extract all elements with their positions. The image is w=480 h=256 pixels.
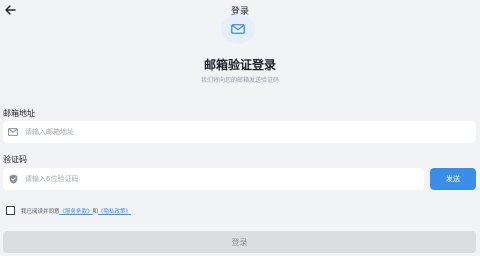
hero-title: 邮箱验证登录 bbox=[203, 58, 276, 72]
code-label: 验证码 bbox=[3, 155, 27, 164]
email-input[interactable] bbox=[25, 122, 476, 142]
shield-icon bbox=[8, 174, 18, 184]
code-field-container bbox=[3, 168, 424, 190]
hero-subtitle: 我们将向您的邮箱发送验证码 bbox=[200, 77, 279, 84]
email-label: 邮箱地址 bbox=[3, 109, 35, 118]
agreement-row: 我已阅读并同意 《服务条款》 和 《隐私政策》 bbox=[6, 206, 131, 215]
agreement-prefix: 我已阅读并同意 bbox=[21, 208, 60, 215]
terms-link[interactable]: 《服务条款》 bbox=[60, 207, 93, 215]
mail-icon bbox=[8, 127, 18, 137]
email-field-container bbox=[3, 121, 476, 143]
hero-icon-badge bbox=[221, 14, 255, 44]
code-input[interactable] bbox=[25, 169, 424, 189]
privacy-link[interactable]: 《隐私政策》 bbox=[98, 207, 131, 215]
send-code-button[interactable]: 发送 bbox=[430, 168, 476, 190]
mail-icon bbox=[231, 24, 245, 34]
login-button[interactable]: 登录 bbox=[3, 231, 476, 253]
agreement-checkbox[interactable] bbox=[6, 206, 15, 215]
